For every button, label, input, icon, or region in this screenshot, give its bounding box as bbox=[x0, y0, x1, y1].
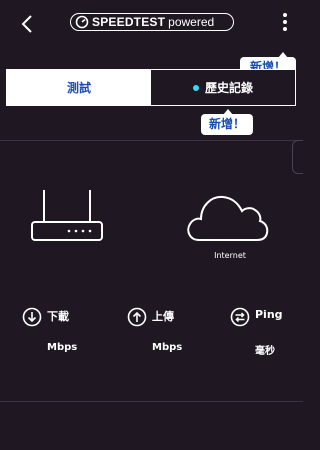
upload-icon bbox=[127, 307, 147, 327]
speedtest-logo: SPEEDTEST powered bbox=[70, 13, 234, 31]
gauge-icon bbox=[75, 15, 89, 29]
upload-unit: Mbps bbox=[152, 342, 183, 353]
download-unit: Mbps bbox=[47, 342, 78, 353]
logo-brand-text: SPEEDTEST bbox=[92, 15, 166, 29]
tab-test-label: 測試 bbox=[66, 81, 91, 95]
more-vertical-icon[interactable] bbox=[279, 13, 291, 35]
ping-icon bbox=[230, 307, 250, 327]
internet-label: Internet bbox=[214, 251, 246, 260]
upload-label: 上傳 bbox=[152, 310, 174, 323]
ping-label: Ping bbox=[255, 308, 283, 321]
cloud-icon bbox=[187, 195, 269, 241]
history-new-tooltip-text: 新增！ bbox=[208, 117, 245, 131]
ping-unit: 毫秒 bbox=[255, 346, 275, 357]
new-indicator-dot bbox=[192, 84, 199, 91]
tab-bar: 測試 歷史記錄 bbox=[6, 69, 296, 106]
router-icon bbox=[31, 190, 103, 241]
top-bar: SPEEDTEST powered bbox=[0, 0, 303, 50]
side-panel-handle[interactable] bbox=[292, 140, 303, 174]
tab-history-label: 歷史記錄 bbox=[204, 81, 253, 95]
logo-powered-text: powered bbox=[168, 15, 215, 29]
tab-history[interactable]: 歷史記錄 bbox=[151, 70, 295, 105]
tab-test[interactable]: 測試 bbox=[7, 70, 151, 105]
divider-top bbox=[0, 140, 303, 141]
divider-bottom bbox=[0, 401, 303, 402]
back-chevron-icon[interactable] bbox=[16, 12, 40, 36]
download-label: 下載 bbox=[47, 310, 69, 323]
history-new-tooltip: 新增！ bbox=[201, 109, 253, 135]
download-icon bbox=[22, 307, 42, 327]
